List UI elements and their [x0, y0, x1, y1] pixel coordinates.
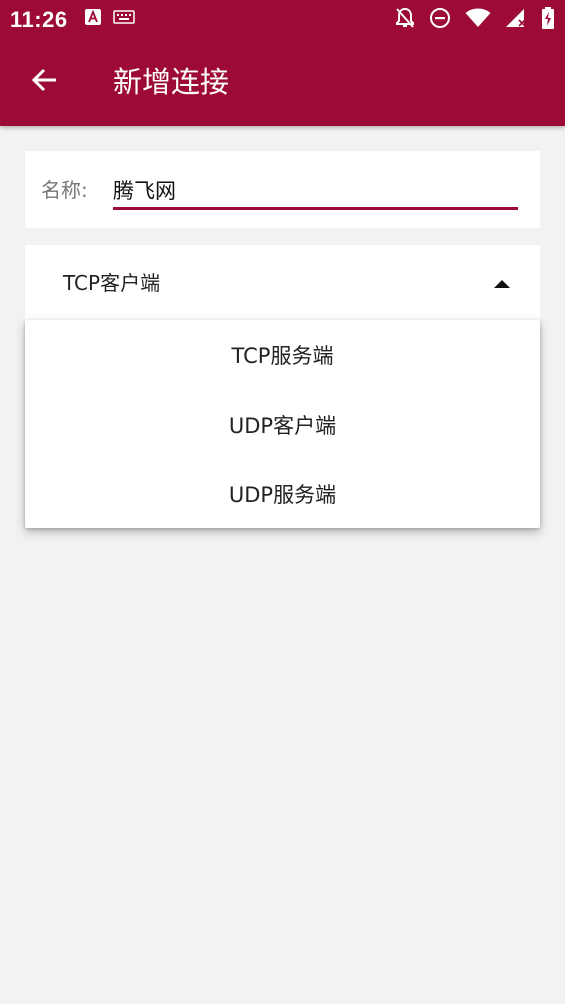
caret-up-icon[interactable] [492, 276, 512, 290]
back-button[interactable] [22, 62, 66, 102]
keyboard-icon [113, 10, 135, 24]
bell-off-icon [395, 7, 415, 29]
battery-charging-icon [541, 7, 555, 29]
name-label: 名称: [41, 178, 88, 202]
status-time: 11:26 [10, 7, 68, 32]
page-title: 新增连接 [113, 65, 230, 99]
dropdown-option-tcp-server[interactable]: TCP服务端 [25, 320, 540, 389]
dropdown-option-udp-server[interactable]: UDP服务端 [25, 459, 540, 528]
name-card: 名称: [25, 151, 540, 228]
status-bar: 11:26 [0, 0, 565, 38]
name-input-underline [113, 207, 518, 210]
name-input[interactable] [113, 173, 518, 207]
wifi-icon [465, 8, 491, 28]
app-bar: 11:26 新增连接 [0, 0, 565, 126]
signal-icon [505, 8, 527, 28]
do-not-disturb-icon [429, 7, 451, 29]
connection-type-dropdown: TCP服务端 UDP客户端 UDP服务端 [25, 320, 540, 528]
a-notification-icon [85, 9, 101, 25]
dropdown-option-udp-client[interactable]: UDP客户端 [25, 390, 540, 459]
arrow-left-icon [30, 66, 58, 98]
connection-type-selected: TCP客户端 [63, 271, 161, 295]
